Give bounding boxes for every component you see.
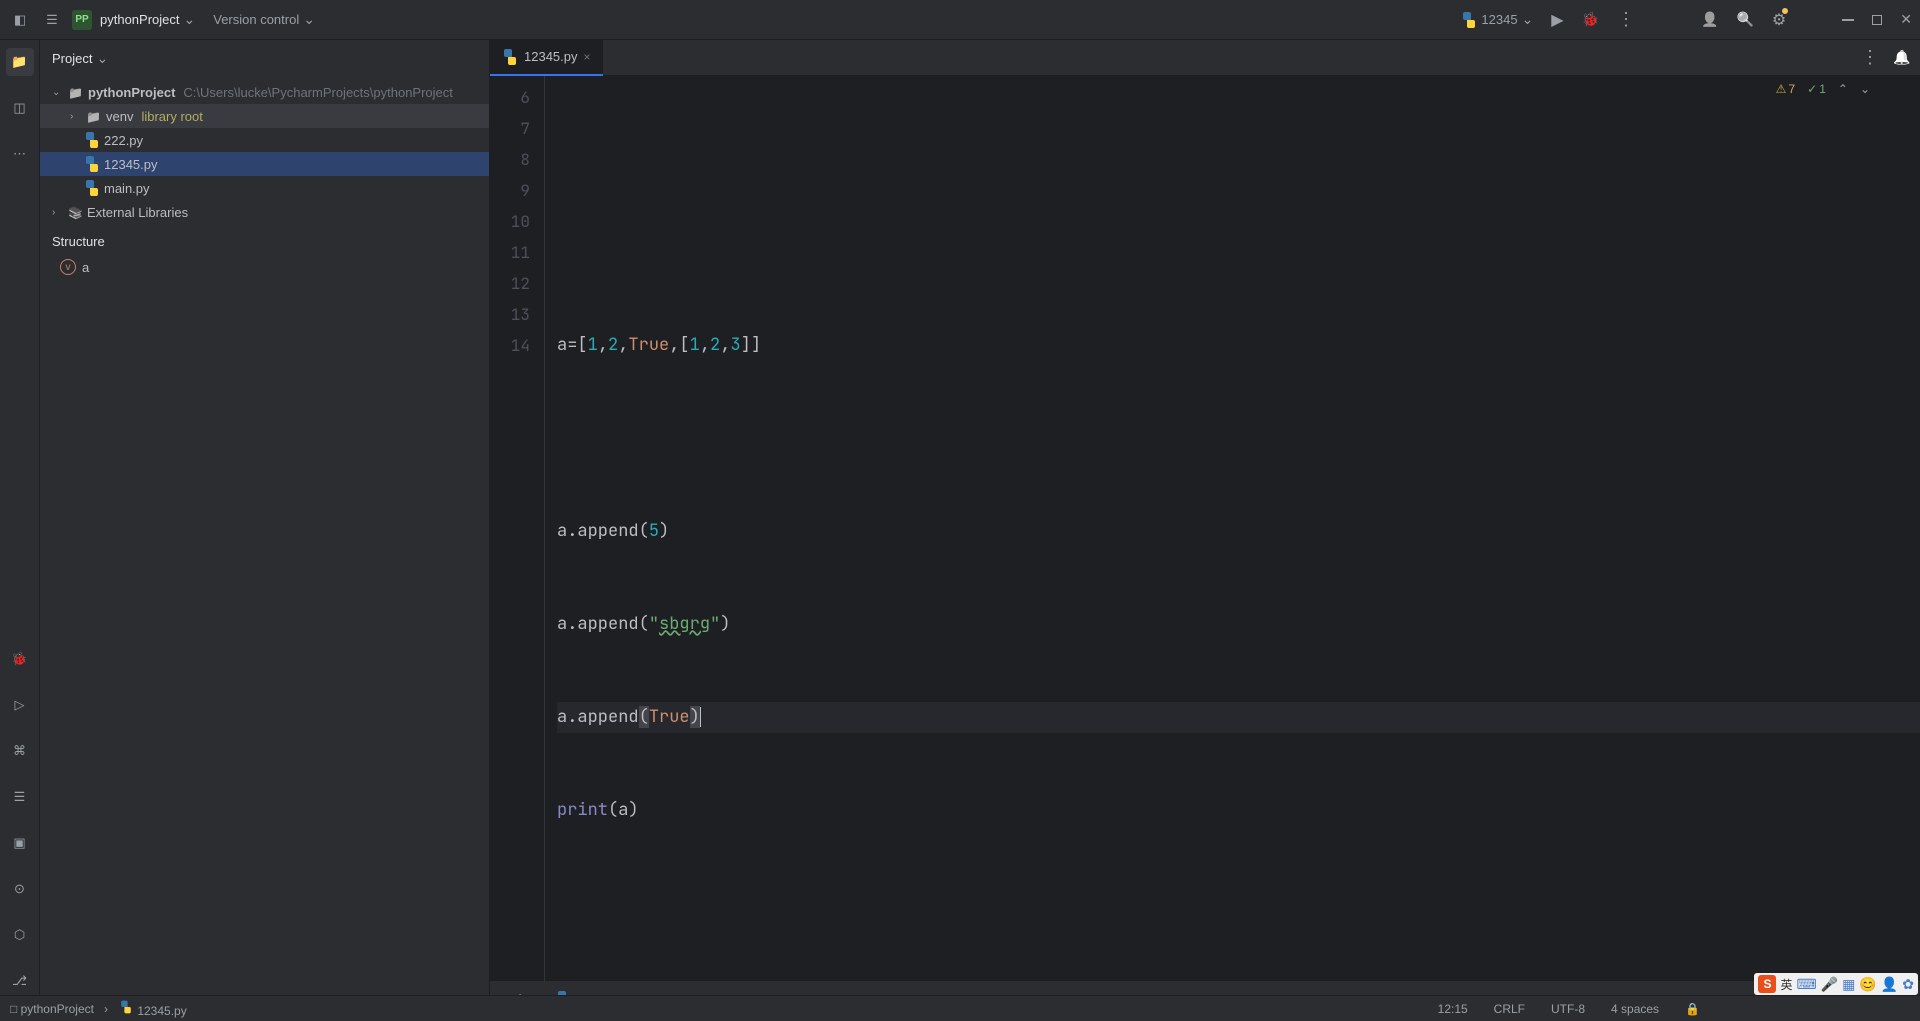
sogou-logo-icon: S xyxy=(1758,975,1776,993)
line-separator[interactable]: CRLF xyxy=(1494,1002,1525,1016)
notifications-icon[interactable] xyxy=(1888,44,1916,72)
chevron-right-icon: › xyxy=(52,207,64,218)
cursor-position[interactable]: 12:15 xyxy=(1438,1002,1468,1016)
close-tab-icon[interactable]: × xyxy=(584,50,591,64)
file-encoding[interactable]: UTF-8 xyxy=(1551,1002,1585,1016)
readonly-lock-icon[interactable]: 🔒 xyxy=(1685,1002,1700,1016)
main-area: 12345.py × 7 1 ⌃ ⌄ 6 7 8 9 10 11 12 xyxy=(490,40,1920,995)
prev-problem-icon[interactable]: ⌃ xyxy=(1838,82,1848,96)
vcs-tool-icon[interactable]: ⎇ xyxy=(6,967,34,995)
python-icon xyxy=(84,132,100,148)
search-everywhere-icon[interactable] xyxy=(1736,11,1753,28)
python-icon xyxy=(1461,12,1477,28)
debug-button[interactable]: 🐞 xyxy=(1582,11,1599,28)
left-tool-rail: 📁 ◫ ⋯ 🐞 ▷ ⌘ ☰ ▣ ⊙ ⬡ ⎇ xyxy=(0,40,40,995)
ime-toolbar[interactable]: S 英 ⌨ 🎤 ▦ 😊 👤 ✿ xyxy=(1754,973,1918,995)
ime-tool-icon[interactable]: ▦ xyxy=(1842,976,1855,993)
tree-file-selected[interactable]: 12345.py xyxy=(40,152,489,176)
indent-settings[interactable]: 4 spaces xyxy=(1611,1002,1659,1016)
main-menu-icon[interactable]: ☰ xyxy=(40,8,64,32)
ime-tool-icon[interactable]: ✿ xyxy=(1902,976,1914,993)
run-button[interactable]: ▶ xyxy=(1551,10,1563,30)
python-icon xyxy=(502,49,518,65)
library-icon xyxy=(68,205,83,220)
python-icon xyxy=(84,156,100,172)
project-name: pythonProject xyxy=(100,12,180,27)
tree-venv[interactable]: › venv library root xyxy=(40,104,489,128)
code-area[interactable]: a=[1,2,True,[1,2,3]] a.append(5) a.appen… xyxy=(545,76,1920,981)
passes-badge[interactable]: 1 xyxy=(1807,82,1826,96)
structure-tool-icon[interactable]: ◫ xyxy=(6,94,34,122)
services-tool-icon[interactable]: ☰ xyxy=(6,783,34,811)
python-console-icon[interactable]: ⌘ xyxy=(6,737,34,765)
project-sidebar: Project ⌄ pythonProject C:\Users\lucke\P… xyxy=(40,40,490,995)
python-icon xyxy=(556,991,572,995)
project-tree: ⌄ pythonProject C:\Users\lucke\PycharmPr… xyxy=(40,76,489,228)
ime-tool-icon[interactable]: 🎤 xyxy=(1821,976,1838,993)
folder-icon xyxy=(86,109,102,124)
statusbar: □ pythonProject › 12345.py 12:15 CRLF UT… xyxy=(0,995,1920,1021)
tree-root[interactable]: ⌄ pythonProject C:\Users\lucke\PycharmPr… xyxy=(40,80,489,104)
structure-panel-header[interactable]: Structure xyxy=(40,228,489,255)
more-tools-icon[interactable]: ⋯ xyxy=(6,140,34,168)
warnings-badge[interactable]: 7 xyxy=(1776,82,1795,96)
run-config-selector[interactable]: 12345 xyxy=(1461,11,1533,28)
project-tool-icon[interactable]: 📁 xyxy=(6,48,34,76)
debug-panel: Debug 12345 × Threads & Variables Consol… xyxy=(490,981,1920,995)
tree-file[interactable]: main.py xyxy=(40,176,489,200)
project-type-icon: PP xyxy=(72,10,92,30)
chevron-down-icon: ⌄ xyxy=(52,87,64,98)
ime-tool-icon[interactable]: 👤 xyxy=(1881,976,1898,993)
inspection-badges: 7 1 ⌃ ⌄ xyxy=(1776,82,1870,96)
maximize-button[interactable] xyxy=(1872,15,1882,25)
breadcrumb-separator: › xyxy=(104,1002,108,1016)
text-cursor xyxy=(700,706,701,728)
python-icon xyxy=(120,1001,133,1014)
breadcrumb-file[interactable]: 12345.py xyxy=(118,999,187,1018)
editor-more-icon[interactable] xyxy=(1856,44,1884,72)
debug-panel-header: Debug 12345 × xyxy=(490,982,1920,995)
debug-tool-icon[interactable]: 🐞 xyxy=(6,645,34,673)
version-control-menu[interactable]: Version control xyxy=(213,11,315,28)
hexagon-tool-icon[interactable]: ⬡ xyxy=(6,921,34,949)
more-actions-icon[interactable] xyxy=(1617,9,1635,30)
line-gutter: 6 7 8 9 10 11 12 13 14 xyxy=(490,76,545,981)
breadcrumb-root[interactable]: □ pythonProject xyxy=(10,1002,94,1016)
close-window-button[interactable] xyxy=(1900,11,1912,28)
minimize-button[interactable] xyxy=(1842,19,1854,21)
folder-icon xyxy=(68,85,84,100)
code-with-me-icon[interactable] xyxy=(1701,11,1718,28)
tree-file[interactable]: 222.py xyxy=(40,128,489,152)
structure-variable[interactable]: v a xyxy=(40,255,489,279)
titlebar: ◧ ☰ PP pythonProject Version control 123… xyxy=(0,0,1920,40)
variable-badge-icon: v xyxy=(60,259,76,275)
editor[interactable]: 7 1 ⌃ ⌄ 6 7 8 9 10 11 12 13 14 a=[1,2,Tr… xyxy=(490,76,1920,981)
editor-tab[interactable]: 12345.py × xyxy=(490,40,603,76)
next-problem-icon[interactable]: ⌄ xyxy=(1860,82,1870,96)
python-icon xyxy=(84,180,100,196)
ime-tool-icon[interactable]: 😊 xyxy=(1859,976,1876,993)
terminal-tool-icon[interactable]: ▣ xyxy=(6,829,34,857)
project-selector[interactable]: pythonProject xyxy=(100,11,195,28)
chevron-right-icon: › xyxy=(70,111,82,122)
problems-tool-icon[interactable]: ⊙ xyxy=(6,875,34,903)
app-logo-icon: ◧ xyxy=(8,8,32,32)
editor-tabs: 12345.py × xyxy=(490,40,1920,76)
tree-external-libs[interactable]: › External Libraries xyxy=(40,200,489,224)
project-panel-header[interactable]: Project xyxy=(40,40,489,76)
settings-icon[interactable] xyxy=(1772,10,1786,30)
ime-tool-icon[interactable]: ⌨ xyxy=(1797,976,1817,993)
run-tool-icon[interactable]: ▷ xyxy=(6,691,34,719)
